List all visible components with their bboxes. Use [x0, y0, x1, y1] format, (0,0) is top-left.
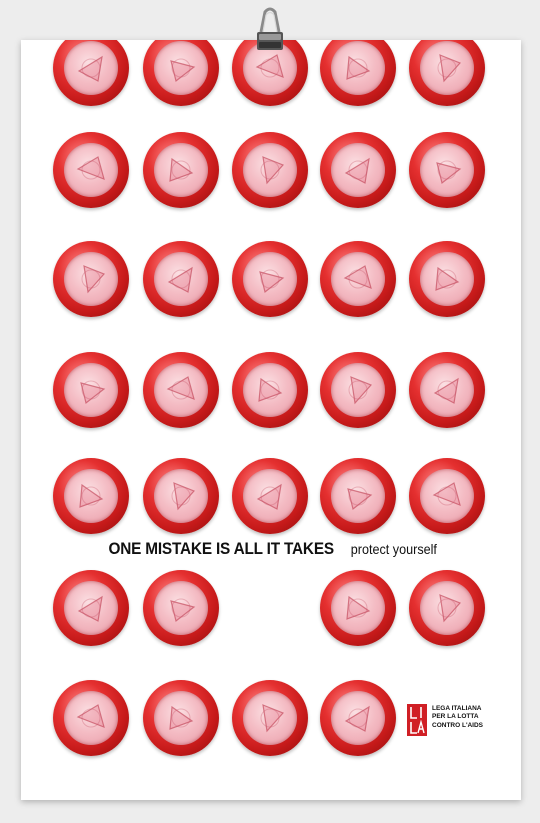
lila-logo: LEGA ITALIANA PER LA LOTTA CONTRO L'AIDS — [407, 700, 517, 740]
condom-icon — [409, 352, 485, 428]
headline: ONE MISTAKE IS ALL IT TAKES — [108, 540, 334, 558]
logo-text: LEGA ITALIANA PER LA LOTTA CONTRO L'AIDS — [432, 705, 517, 730]
condom-icon — [232, 680, 308, 756]
condom-icon — [409, 40, 485, 106]
condom-icon — [320, 458, 396, 534]
condom-icon — [320, 680, 396, 756]
subline: protect yourself — [351, 541, 438, 557]
condom-icon — [409, 570, 485, 646]
condom-icon — [143, 352, 219, 428]
condom-icon — [409, 458, 485, 534]
logo-line: LEGA ITALIANA — [432, 705, 482, 712]
condom-icon — [232, 132, 308, 208]
condom-icon — [409, 241, 485, 317]
condom-icon — [409, 132, 485, 208]
condom-icon — [53, 40, 129, 106]
condom-icon — [143, 40, 219, 106]
condom-icon — [320, 570, 396, 646]
condom-icon — [320, 40, 396, 106]
condom-icon — [143, 458, 219, 534]
condom-icon — [232, 458, 308, 534]
condom-icon — [53, 570, 129, 646]
condom-icon — [53, 241, 129, 317]
condom-icon — [53, 132, 129, 208]
lila-monogram-icon — [407, 704, 427, 736]
condom-icon — [143, 680, 219, 756]
condom-icon — [53, 352, 129, 428]
condom-icon — [53, 458, 129, 534]
condom-grid — [21, 40, 521, 800]
logo-line: PER LA LOTTA — [432, 713, 479, 721]
condom-icon — [53, 680, 129, 756]
condom-icon — [320, 352, 396, 428]
logo-line: CONTRO L'AIDS — [432, 721, 484, 729]
condom-icon — [232, 241, 308, 317]
poster: ONE MISTAKE IS ALL IT TAKES protect yours… — [21, 40, 521, 800]
condom-icon — [320, 132, 396, 208]
binder-clip-icon — [243, 6, 297, 52]
tagline: ONE MISTAKE IS ALL IT TAKES protect yours… — [21, 540, 521, 559]
condom-icon — [143, 241, 219, 317]
condom-icon — [143, 132, 219, 208]
condom-icon — [320, 241, 396, 317]
condom-icon — [143, 570, 219, 646]
condom-icon — [232, 352, 308, 428]
